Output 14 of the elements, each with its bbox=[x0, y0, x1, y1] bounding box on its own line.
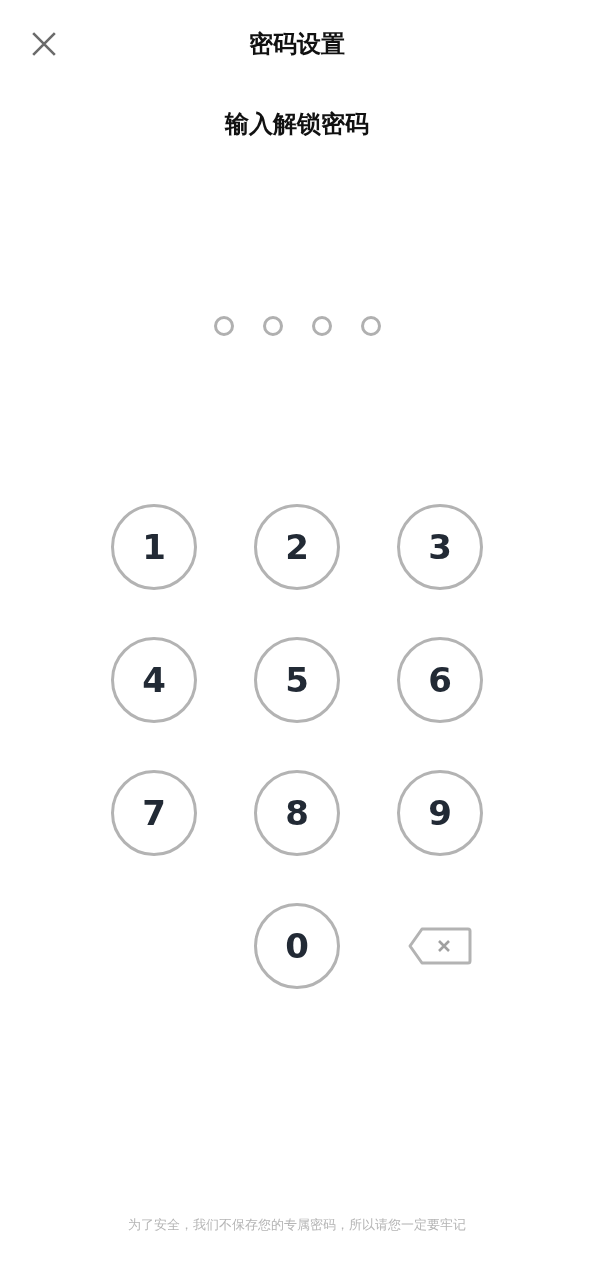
digit-key[interactable]: 0 bbox=[254, 903, 340, 989]
close-icon[interactable] bbox=[31, 31, 57, 57]
page-title: 密码设置 bbox=[249, 29, 345, 60]
digit-key[interactable]: 7 bbox=[111, 770, 197, 856]
digit-key[interactable]: 8 bbox=[254, 770, 340, 856]
digit-key[interactable]: 1 bbox=[111, 504, 197, 590]
digit-key[interactable]: 9 bbox=[397, 770, 483, 856]
digit-key[interactable]: 4 bbox=[111, 637, 197, 723]
backspace-icon[interactable] bbox=[408, 927, 472, 965]
digit-key[interactable]: 2 bbox=[254, 504, 340, 590]
digit-key[interactable]: 6 bbox=[397, 637, 483, 723]
digit-key[interactable]: 3 bbox=[397, 504, 483, 590]
prompt-text: 输入解锁密码 bbox=[225, 109, 369, 140]
digit-key[interactable]: 5 bbox=[254, 637, 340, 723]
